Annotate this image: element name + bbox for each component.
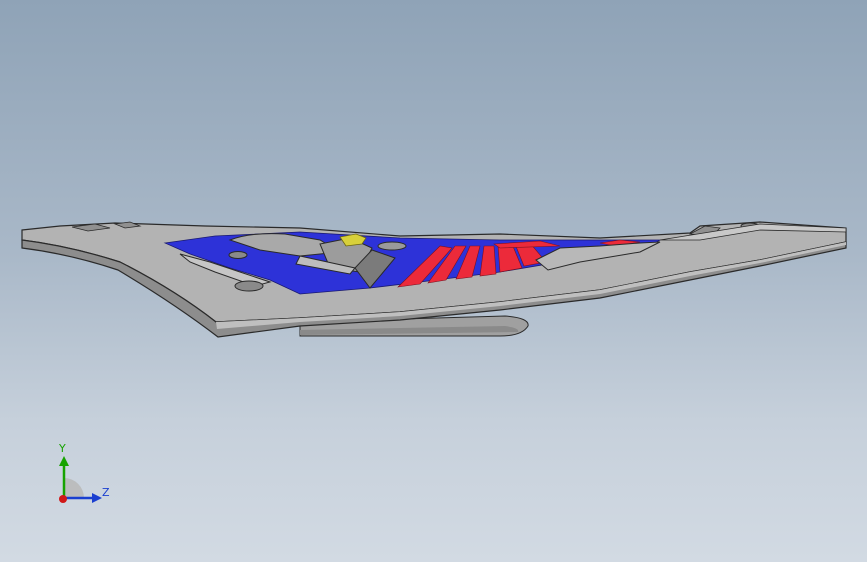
graphics-viewport[interactable]: Y Z [0,0,867,562]
mount-hole-rear [228,251,248,259]
mount-hole-left [234,280,264,292]
shield-3d-model[interactable] [0,0,867,562]
triad-y-label: Y [59,442,66,455]
triad-z-label: Z [102,486,110,499]
orientation-triad[interactable]: Y Z [50,440,120,510]
